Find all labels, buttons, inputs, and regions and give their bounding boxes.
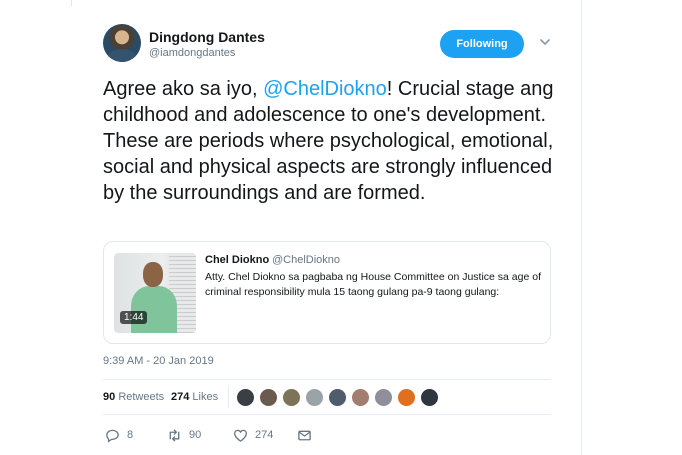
liker-avatar[interactable] bbox=[259, 388, 278, 407]
liker-avatar[interactable] bbox=[420, 388, 439, 407]
liker-avatar[interactable] bbox=[351, 388, 370, 407]
retweet-button[interactable]: 90 bbox=[167, 427, 201, 443]
tweet-card: Dingdong Dantes @iamdongdantes Following… bbox=[84, 14, 568, 443]
retweet-icon bbox=[169, 428, 180, 442]
liker-avatar[interactable] bbox=[305, 388, 324, 407]
left-border bbox=[71, 0, 72, 6]
retweet-count: 90 bbox=[189, 429, 202, 441]
likes-stat-label: Likes bbox=[192, 391, 219, 403]
avatar-shoulder bbox=[108, 49, 136, 62]
right-border bbox=[581, 0, 582, 455]
page-frame: Dingdong Dantes @iamdongdantes Following… bbox=[0, 0, 682, 455]
liker-avatar[interactable] bbox=[397, 388, 416, 407]
quoted-author-name: Chel Diokno bbox=[205, 254, 270, 266]
liker-avatar[interactable] bbox=[374, 388, 393, 407]
liker-avatar[interactable] bbox=[282, 388, 301, 407]
chevron-down-icon[interactable] bbox=[539, 36, 551, 48]
video-duration-badge: 1:44 bbox=[120, 311, 148, 324]
stats-separator bbox=[228, 386, 229, 408]
tweet-header: Dingdong Dantes @iamdongdantes Following bbox=[84, 14, 568, 64]
direct-message-button[interactable] bbox=[297, 427, 319, 443]
retweet-stat-count: 90 bbox=[103, 391, 116, 403]
author-avatar[interactable] bbox=[103, 24, 141, 62]
heart-icon bbox=[234, 429, 247, 442]
video-thumbnail[interactable]: 1:44 bbox=[114, 253, 196, 333]
reply-button[interactable]: 8 bbox=[105, 427, 133, 443]
tweet-timestamp[interactable]: 9:39 AM - 20 Jan 2019 bbox=[103, 355, 214, 367]
envelope-icon bbox=[298, 430, 311, 440]
retweet-stat[interactable]: 90 Retweets bbox=[103, 391, 164, 403]
mention-link[interactable]: @ChelDiokno bbox=[263, 78, 387, 100]
following-button[interactable]: Following bbox=[440, 30, 524, 58]
quoted-tweet[interactable]: 1:44 Chel Diokno @ChelDiokno Atty. Chel … bbox=[103, 241, 551, 344]
tweet-stats: 90 Retweets 274 Likes bbox=[103, 380, 551, 414]
tweet-actions: 8 90 274 bbox=[103, 415, 551, 455]
author-display-name[interactable]: Dingdong Dantes bbox=[149, 29, 265, 45]
reply-icon bbox=[106, 429, 119, 443]
thumbnail-person-head bbox=[143, 262, 163, 287]
reply-count: 8 bbox=[127, 429, 134, 441]
quoted-author-handle: @ChelDiokno bbox=[272, 254, 341, 266]
likes-stat-count: 274 bbox=[171, 391, 190, 403]
likes-stat[interactable]: 274 Likes bbox=[171, 391, 218, 403]
like-count: 274 bbox=[255, 429, 274, 441]
quoted-tweet-text: Atty. Chel Diokno sa pagbaba ng House Co… bbox=[205, 271, 541, 298]
tweet-text-start: Agree ako sa iyo, bbox=[103, 78, 264, 100]
liker-avatar[interactable] bbox=[236, 388, 255, 407]
retweet-stat-label: Retweets bbox=[118, 391, 165, 403]
author-screen-name[interactable]: @iamdongdantes bbox=[149, 47, 235, 59]
like-button[interactable]: 274 bbox=[233, 427, 273, 443]
tweet-text: Agree ako sa iyo, @ChelDiokno! Crucial s… bbox=[103, 76, 563, 206]
thumbnail-person-body bbox=[131, 286, 177, 333]
liker-avatar[interactable] bbox=[328, 388, 347, 407]
